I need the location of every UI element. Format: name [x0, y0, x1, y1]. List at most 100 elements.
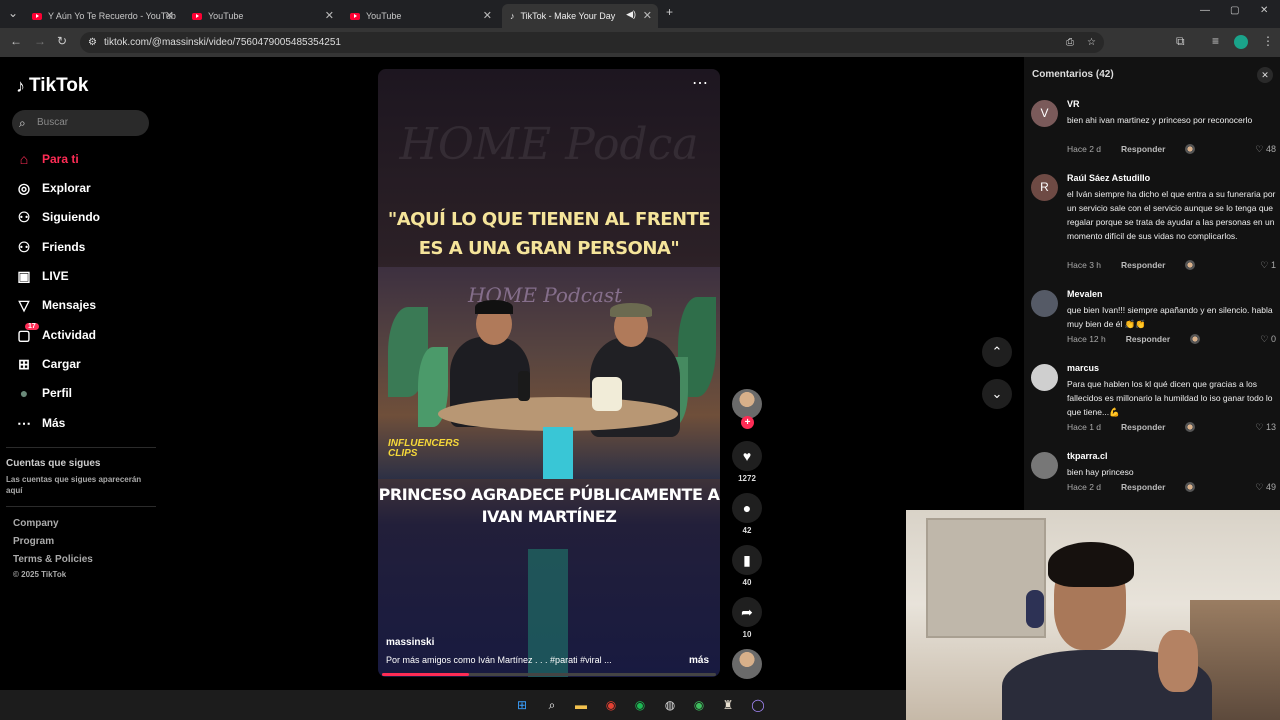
- sidebar-item-label: Para ti: [42, 152, 79, 166]
- install-icon[interactable]: ⎙: [1066, 32, 1074, 53]
- tiktok-logo[interactable]: ♪ TikTok: [16, 75, 88, 97]
- comment-like-button[interactable]: ♡ 1: [1260, 260, 1276, 271]
- search-input[interactable]: ⌕ Buscar: [12, 110, 149, 136]
- comment-text: bien ahi ivan martinez y princeso por re…: [1067, 115, 1253, 125]
- back-icon[interactable]: ←: [10, 34, 22, 48]
- reply-button[interactable]: Responder: [1121, 422, 1165, 432]
- spotify-icon[interactable]: ◉: [632, 697, 648, 713]
- sidebar-item-actividad[interactable]: ▢ 17 Actividad: [15, 322, 96, 346]
- commenter-username[interactable]: VR: [1067, 99, 1080, 109]
- sidebar-item-cargar[interactable]: ⊞ Cargar: [15, 353, 81, 375]
- share-button[interactable]: ➦ 10: [732, 597, 762, 639]
- minimize-icon[interactable]: —: [1200, 5, 1210, 16]
- next-video-button[interactable]: ⌄: [982, 379, 1012, 409]
- sidebar-item-para-ti[interactable]: ⌂ Para ti: [15, 148, 79, 170]
- tab-4-active[interactable]: ♪ TikTok - Make Your Day ◀) ✕: [502, 4, 658, 28]
- sidebar-item-siguiendo[interactable]: ⚇ Siguiendo: [15, 206, 100, 228]
- comment-time: Hace 12 h: [1067, 334, 1106, 344]
- previous-video-button[interactable]: ⌃: [982, 337, 1012, 367]
- heart-outline-icon: ♡: [1260, 260, 1271, 270]
- search-icon[interactable]: ⌕: [544, 697, 560, 713]
- more-description-button[interactable]: más: [689, 655, 709, 666]
- extensions-icon[interactable]: ⧉: [1176, 34, 1185, 49]
- like-button[interactable]: ♥ 1272: [732, 441, 762, 483]
- reply-button[interactable]: Responder: [1126, 334, 1170, 344]
- forward-icon[interactable]: →: [34, 34, 46, 48]
- profile-avatar[interactable]: [1234, 35, 1248, 49]
- footer-company-link[interactable]: Company: [13, 518, 59, 529]
- friends-icon: ⚇: [17, 238, 31, 255]
- commenter-avatar[interactable]: [1031, 452, 1058, 479]
- chrome-icon[interactable]: ◉: [603, 697, 619, 713]
- reply-button[interactable]: Responder: [1121, 260, 1165, 270]
- sidebar-item-friends[interactable]: ⚇ Friends: [15, 236, 86, 258]
- commenter-avatar[interactable]: [1031, 290, 1058, 317]
- heart-outline-icon: ♡: [1255, 422, 1266, 432]
- logo-text: TikTok: [29, 75, 89, 96]
- site-info-icon[interactable]: ⚙: [88, 32, 97, 53]
- video-progress-bar[interactable]: [382, 673, 716, 676]
- reply-button[interactable]: Responder: [1121, 482, 1165, 492]
- commenter-username[interactable]: Raúl Sáez Astudillo: [1067, 173, 1150, 183]
- browser-menu-icon[interactable]: ⋮: [1262, 34, 1274, 48]
- sidebar-item-live[interactable]: ▣ LIVE: [15, 265, 68, 287]
- app-icon[interactable]: ♜: [720, 697, 736, 713]
- footer-program-link[interactable]: Program: [13, 536, 54, 547]
- video-player[interactable]: ⋯ HOME Podca "AQUÍ LO QUE TIENEN AL FREN…: [378, 69, 720, 677]
- obs-icon[interactable]: ◍: [662, 697, 678, 713]
- close-tab-icon[interactable]: ✕: [483, 9, 492, 22]
- host-left-hair: [475, 300, 513, 314]
- file-explorer-icon[interactable]: ▬: [573, 697, 589, 713]
- streaming-app-icon[interactable]: ◯: [750, 697, 766, 713]
- url-field[interactable]: ⚙ tiktok.com/@massinski/video/7560479005…: [80, 32, 1104, 53]
- webcam-person-hair: [1048, 542, 1134, 587]
- more-options-icon[interactable]: ⋯: [692, 73, 708, 93]
- comment-like-button[interactable]: ♡ 13: [1255, 422, 1276, 433]
- commenter-username[interactable]: Mevalen: [1067, 289, 1103, 299]
- creator-liked-avatar-icon: [1185, 260, 1196, 270]
- comment-like-count: 13: [1265, 422, 1276, 432]
- music-disc-avatar[interactable]: [732, 649, 762, 679]
- comment-like-button[interactable]: ♡ 48: [1255, 144, 1276, 155]
- table-stem: [543, 427, 573, 479]
- sidebar-item-perfil[interactable]: ● Perfil: [15, 382, 72, 404]
- creator-avatar[interactable]: [732, 389, 762, 419]
- commenter-avatar[interactable]: [1031, 364, 1058, 391]
- commenter-avatar[interactable]: R: [1031, 174, 1058, 201]
- notification-badge: 17: [25, 322, 39, 330]
- commenter-avatar[interactable]: V: [1031, 100, 1058, 127]
- reply-button[interactable]: Responder: [1121, 144, 1165, 154]
- follow-plus-icon[interactable]: +: [741, 416, 754, 429]
- windows-start-icon[interactable]: ⊞: [514, 697, 530, 713]
- tab-2[interactable]: YouTube ✕: [184, 4, 340, 28]
- tab-3[interactable]: YouTube ✕: [342, 4, 498, 28]
- tab-1[interactable]: Y Aún Yo Te Recuerdo - YouTub ✕: [24, 4, 180, 28]
- following-subtitle: Las cuentas que sigues aparecerán aquí: [6, 475, 142, 495]
- commenter-username[interactable]: marcus: [1067, 363, 1099, 373]
- save-button[interactable]: ▮ 40: [732, 545, 762, 587]
- commenter-username[interactable]: tkparra.cl: [1067, 451, 1108, 461]
- video-author[interactable]: massinski: [386, 637, 434, 648]
- reading-list-icon[interactable]: ≡: [1212, 34, 1219, 48]
- tab-search-icon[interactable]: ⌄: [8, 6, 18, 20]
- new-tab-icon[interactable]: +: [666, 5, 673, 19]
- footer-terms-link[interactable]: Terms & Policies: [13, 554, 93, 565]
- close-window-icon[interactable]: ✕: [1260, 5, 1268, 16]
- comment-like-button[interactable]: ♡ 49: [1255, 482, 1276, 493]
- sidebar-item-explorar[interactable]: ◎ Explorar: [15, 177, 91, 199]
- comment-like-button[interactable]: ♡ 0: [1260, 334, 1276, 345]
- sidebar-item-mensajes[interactable]: ▽ Mensajes: [15, 294, 96, 316]
- maximize-icon[interactable]: ▢: [1230, 5, 1239, 16]
- close-comments-icon[interactable]: ✕: [1257, 67, 1273, 83]
- audio-icon[interactable]: ◀): [626, 9, 636, 20]
- close-tab-icon[interactable]: ✕: [643, 9, 652, 22]
- sidebar-item-m-s[interactable]: ⋯ Más: [15, 412, 65, 434]
- comment-button[interactable]: ● 42: [732, 493, 762, 535]
- bookmark-icon: ▮: [732, 545, 762, 575]
- close-tab-icon[interactable]: ✕: [325, 9, 334, 22]
- comment-time: Hace 1 d: [1067, 422, 1102, 432]
- reload-icon[interactable]: ↻: [57, 34, 67, 48]
- close-tab-icon[interactable]: ✕: [165, 9, 174, 22]
- chrome-alt-icon[interactable]: ◉: [691, 697, 707, 713]
- bookmark-star-icon[interactable]: ☆: [1087, 32, 1096, 53]
